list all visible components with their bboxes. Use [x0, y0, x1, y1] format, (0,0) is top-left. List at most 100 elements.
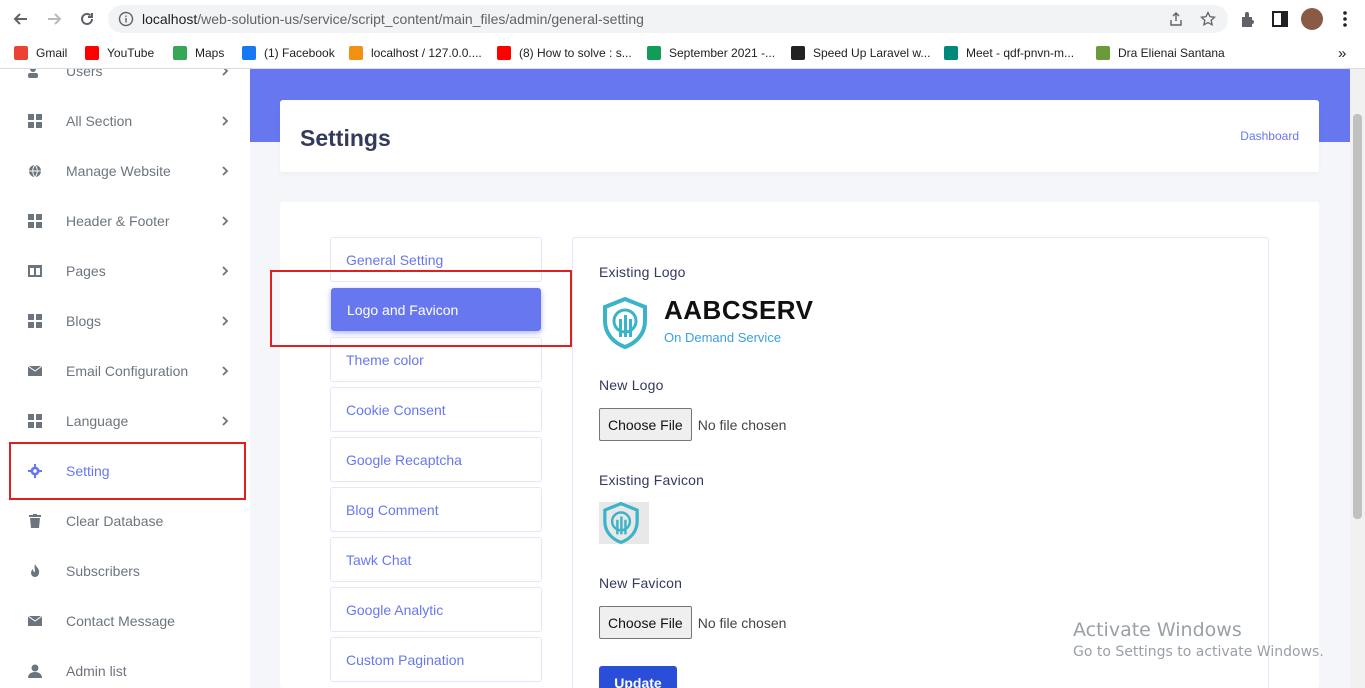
sidebar-item-label: Pages — [66, 263, 106, 279]
columns-icon — [28, 265, 42, 277]
bookmarks-bar: Gmail YouTube Maps (1) Facebook localhos… — [0, 38, 1365, 69]
laravel-icon — [791, 46, 805, 60]
bookmark-label: (1) Facebook — [264, 46, 335, 60]
youtube-icon — [85, 46, 99, 60]
sidebar-item-admin-list[interactable]: Admin list — [0, 646, 250, 688]
section-header: Settings Dashboard — [280, 100, 1319, 172]
new-logo-file-input[interactable]: Choose File No file chosen — [599, 408, 786, 441]
star-icon[interactable] — [1200, 11, 1216, 27]
bookmark-label: September 2021 -... — [669, 46, 776, 60]
tab-tawk-chat[interactable]: Tawk Chat — [330, 537, 542, 582]
bookmark-label: localhost / 127.0.0.... — [371, 46, 482, 60]
sidebar-item-contact-message[interactable]: Contact Message — [0, 596, 250, 646]
bookmark-dra[interactable]: Dra Elienai Santana — [1096, 44, 1225, 62]
tab-custom-pagination[interactable]: Custom Pagination — [330, 637, 542, 682]
gmail-icon — [14, 46, 28, 60]
bookmark-gmail[interactable]: Gmail — [14, 44, 67, 62]
sidebar-item-blogs[interactable]: Blogs — [0, 296, 250, 346]
bookmark-facebook[interactable]: (1) Facebook — [242, 44, 335, 62]
sidebar-item-email-configuration[interactable]: Email Configuration — [0, 346, 250, 396]
more-vert-icon[interactable] — [1335, 9, 1355, 29]
tab-cookie-consent[interactable]: Cookie Consent — [330, 387, 542, 432]
sidebar-item-label: Contact Message — [66, 613, 175, 629]
sidepanel-icon[interactable] — [1270, 9, 1290, 29]
fire-icon — [31, 564, 40, 577]
share-icon[interactable] — [1168, 11, 1184, 27]
users-icon — [28, 69, 38, 78]
extensions-icon[interactable] — [1238, 9, 1258, 29]
bookmark-phpmyadmin[interactable]: localhost / 127.0.0.... — [349, 44, 482, 62]
sidebar-item-pages[interactable]: Pages — [0, 246, 250, 296]
site-icon — [1096, 46, 1110, 60]
tab-google-recaptcha[interactable]: Google Recaptcha — [330, 437, 542, 482]
scrollbar-thumb[interactable] — [1353, 114, 1362, 519]
bookmark-youtube-video[interactable]: (8) How to solve : s... — [497, 44, 632, 62]
aabcserv-logo-icon — [603, 297, 647, 349]
browser-toolbar: localhost/web-solution-us/service/script… — [0, 0, 1365, 38]
choose-favicon-button[interactable]: Choose File — [599, 606, 692, 639]
bookmark-youtube[interactable]: YouTube — [85, 44, 154, 62]
meet-icon — [944, 46, 958, 60]
sidebar-item-label: Manage Website — [66, 163, 171, 179]
url-text[interactable]: localhost/web-solution-us/service/script… — [142, 11, 644, 27]
logo-tagline: On Demand Service — [664, 330, 782, 345]
sidebar-item-users[interactable]: Users — [0, 69, 250, 96]
chevron-right-icon — [222, 69, 229, 76]
update-button[interactable]: Update — [599, 666, 677, 688]
page-scrollbar[interactable] — [1350, 69, 1365, 688]
page-title: Settings — [300, 125, 391, 151]
sidebar-item-language[interactable]: Language — [0, 396, 250, 446]
sidebar: Users All Section Manage Website Header … — [0, 69, 250, 688]
url-host: localhost — [142, 11, 198, 27]
bookmark-laravel[interactable]: Speed Up Laravel w... — [791, 44, 930, 62]
sheets-icon — [647, 46, 661, 60]
highlight-box-tab — [270, 270, 572, 347]
chevron-right-icon — [222, 316, 229, 326]
sidebar-item-clear-database[interactable]: Clear Database — [0, 496, 250, 546]
existing-logo-image: AABCSERV On Demand Service — [599, 295, 813, 351]
existing-logo-label: Existing Logo — [599, 264, 686, 280]
bookmark-meet[interactable]: Meet - qdf-pnvn-m... — [944, 44, 1074, 62]
reload-button[interactable] — [75, 7, 99, 31]
tab-google-analytic[interactable]: Google Analytic — [330, 587, 542, 632]
sidebar-item-subscribers[interactable]: Subscribers — [0, 546, 250, 596]
maps-icon — [173, 46, 187, 60]
back-button[interactable] — [9, 7, 33, 31]
existing-favicon-label: Existing Favicon — [599, 472, 705, 488]
bookmark-label: Maps — [195, 46, 225, 60]
tab-blog-comment[interactable]: Blog Comment — [330, 487, 542, 532]
reload-icon — [81, 12, 93, 25]
logo-file-status: No file chosen — [697, 416, 787, 433]
bookmark-maps[interactable]: Maps — [173, 44, 224, 62]
user-icon — [28, 664, 42, 678]
bookmark-label: Speed Up Laravel w... — [813, 46, 931, 60]
chevron-right-icon — [222, 116, 229, 126]
sidebar-item-label: Header & Footer — [66, 213, 170, 229]
breadcrumb-dashboard[interactable]: Dashboard — [1240, 129, 1299, 143]
choose-logo-button[interactable]: Choose File — [599, 408, 692, 441]
forward-button[interactable] — [42, 7, 66, 31]
highlight-box-sidebar — [9, 442, 246, 500]
new-favicon-file-input[interactable]: Choose File No file chosen — [599, 606, 786, 639]
chevron-right-icon — [222, 416, 229, 426]
sidebar-item-manage-website[interactable]: Manage Website — [0, 146, 250, 196]
more-bookmarks-button[interactable]: » — [1338, 44, 1346, 62]
sidebar-item-header-footer[interactable]: Header & Footer — [0, 196, 250, 246]
globe-icon — [29, 164, 41, 178]
sidebar-item-all-section[interactable]: All Section — [0, 96, 250, 146]
sidebar-item-label: Admin list — [66, 663, 127, 679]
trash-icon — [29, 514, 41, 528]
bookmark-label: YouTube — [107, 46, 155, 60]
address-bar[interactable]: localhost/web-solution-us/service/script… — [108, 5, 1228, 33]
info-icon[interactable] — [118, 11, 134, 27]
sidebar-item-label: Clear Database — [66, 513, 164, 529]
envelope-icon — [28, 615, 42, 626]
activate-windows-subtitle: Go to Settings to activate Windows. — [1073, 644, 1324, 660]
sidebar-item-label: All Section — [66, 113, 133, 129]
logo-name: AABCSERV — [664, 295, 814, 325]
existing-favicon-image — [599, 502, 649, 544]
youtube-icon — [497, 46, 511, 60]
bookmark-sheets[interactable]: September 2021 -... — [647, 44, 775, 62]
bookmark-label: Gmail — [36, 46, 68, 60]
profile-avatar[interactable] — [1301, 8, 1323, 30]
